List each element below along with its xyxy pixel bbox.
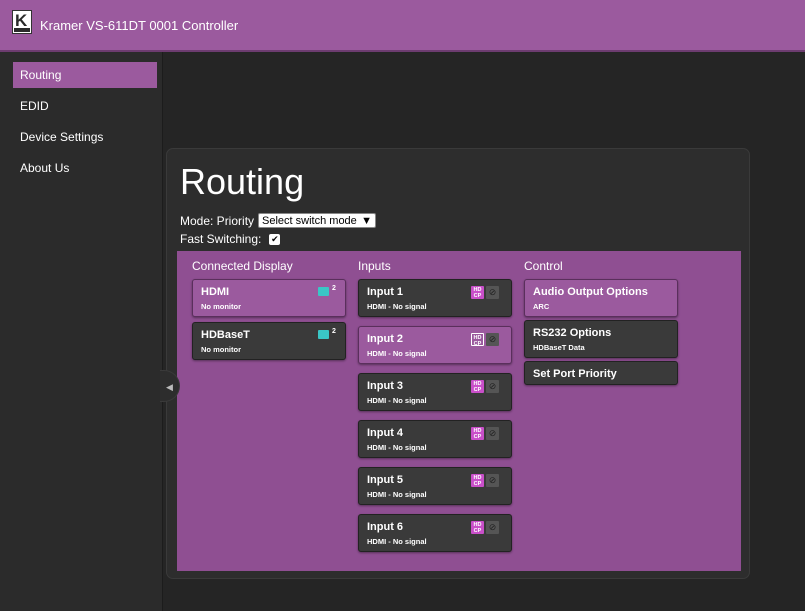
input-status: HDMI - No signal <box>367 443 427 452</box>
control-name: Set Port Priority <box>533 368 617 380</box>
fast-switching-label: Fast Switching: <box>180 232 262 246</box>
input-status: HDMI - No signal <box>367 490 427 499</box>
switch-mode-select[interactable]: Select switch mode ▼ <box>258 213 377 228</box>
kramer-logo-icon: K <box>12 10 32 34</box>
output-card-hdbaset[interactable]: HDBaseT No monitor 2 <box>192 322 346 360</box>
link-icon: ⊘ <box>486 380 499 393</box>
rs232-options-button[interactable]: RS232 Options HDBaseT Data <box>524 320 678 358</box>
monitor-icon <box>318 287 329 296</box>
link-icon: ⊘ <box>486 286 499 299</box>
top-bar: K Kramer VS-611DT 0001 Controller <box>0 0 805 52</box>
sidebar-item-routing[interactable]: Routing <box>13 62 157 88</box>
input-status: HDMI - No signal <box>367 302 427 311</box>
hdcp-icon: HD CP <box>471 333 484 347</box>
set-port-priority-button[interactable]: Set Port Priority <box>524 361 678 385</box>
monitor-count: 2 <box>332 328 336 335</box>
sidebar-item-device-settings[interactable]: Device Settings <box>13 124 157 150</box>
hdcp-icon: HD CP <box>471 286 484 299</box>
column-header-control: Control <box>524 259 563 273</box>
input-name: Input 1 <box>367 286 404 298</box>
link-icon: ⊘ <box>486 427 499 440</box>
hdcp-icon: HD CP <box>471 380 484 393</box>
input-card-4[interactable]: Input 4 HDMI - No signal HD CP ⊘ <box>358 420 512 458</box>
hdcp-icon: HD CP <box>471 521 484 534</box>
output-name: HDMI <box>201 286 230 298</box>
hdcp-icon: HD CP <box>471 427 484 440</box>
control-name: RS232 Options <box>533 327 612 339</box>
input-status: HDMI - No signal <box>367 396 427 405</box>
mode-row: Mode: Priority Select switch mode ▼ <box>180 213 377 228</box>
fast-switching-checkbox[interactable]: ✔ <box>269 233 281 245</box>
fast-switching-row: Fast Switching: ✔ <box>180 232 281 246</box>
input-name: Input 4 <box>367 427 404 439</box>
link-icon: ⊘ <box>486 333 499 346</box>
output-name: HDBaseT <box>201 329 250 341</box>
output-status: No monitor <box>201 302 241 311</box>
mode-label: Mode: Priority <box>180 213 255 228</box>
chevron-down-icon: ▼ <box>361 214 373 227</box>
routing-panel: Routing Mode: Priority Select switch mod… <box>166 148 750 579</box>
monitor-count: 2 <box>332 285 336 292</box>
input-name: Input 2 <box>367 333 404 345</box>
main-content: Routing Mode: Priority Select switch mod… <box>163 52 805 611</box>
sidebar-item-about-us[interactable]: About Us <box>13 155 157 181</box>
input-status: HDMI - No signal <box>367 349 427 358</box>
switch-mode-select-value: Select switch mode <box>262 214 357 227</box>
input-name: Input 6 <box>367 521 404 533</box>
sidebar-item-edid[interactable]: EDID <box>13 93 157 119</box>
input-card-2[interactable]: Input 2 HDMI - No signal HD CP ⊘ <box>358 326 512 364</box>
input-card-6[interactable]: Input 6 HDMI - No signal HD CP ⊘ <box>358 514 512 552</box>
column-header-inputs: Inputs <box>358 259 391 273</box>
input-card-3[interactable]: Input 3 HDMI - No signal HD CP ⊘ <box>358 373 512 411</box>
link-icon: ⊘ <box>486 521 499 534</box>
page-title: Routing <box>180 161 305 202</box>
hdcp-icon: HD CP <box>471 474 484 487</box>
link-icon: ⊘ <box>486 474 499 487</box>
input-name: Input 5 <box>367 474 404 486</box>
output-status: No monitor <box>201 345 241 354</box>
routing-area: Connected Display Inputs Control HDMI No… <box>177 251 741 571</box>
input-card-1[interactable]: Input 1 HDMI - No signal HD CP ⊘ <box>358 279 512 317</box>
sidebar: Routing EDID Device Settings About Us <box>0 52 163 611</box>
output-card-hdmi[interactable]: HDMI No monitor 2 <box>192 279 346 317</box>
app-title: Kramer VS-611DT 0001 Controller <box>40 18 239 33</box>
control-sub: HDBaseT Data <box>533 343 585 352</box>
input-card-5[interactable]: Input 5 HDMI - No signal HD CP ⊘ <box>358 467 512 505</box>
input-status: HDMI - No signal <box>367 537 427 546</box>
control-name: Audio Output Options <box>533 286 648 298</box>
column-header-connected-display: Connected Display <box>192 259 293 273</box>
monitor-icon <box>318 330 329 339</box>
input-name: Input 3 <box>367 380 404 392</box>
control-sub: ARC <box>533 302 550 311</box>
audio-output-options-button[interactable]: Audio Output Options ARC <box>524 279 678 317</box>
